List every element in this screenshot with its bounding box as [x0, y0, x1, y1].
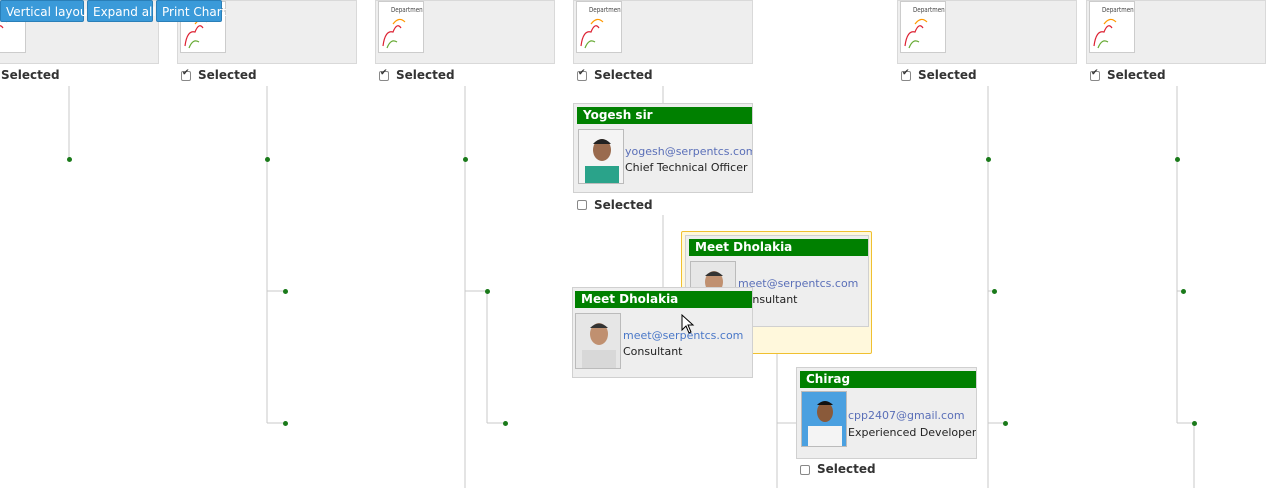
selected-label: Selected [594, 68, 653, 82]
connector-dot [503, 421, 508, 426]
selected-label: Selected [594, 198, 653, 212]
vertical-layout-button[interactable]: Vertical layout [0, 0, 92, 22]
connector-dot [463, 157, 468, 162]
selected-label: Selected [817, 462, 876, 476]
department-logo: Department [576, 1, 622, 53]
employee-name: Meet Dholakia [575, 291, 752, 308]
selected-checkbox[interactable] [1090, 68, 1100, 81]
connector-dot [1192, 421, 1197, 426]
selected-label: Selected [198, 68, 257, 82]
connector-dot [992, 289, 997, 294]
connector-dot [283, 421, 288, 426]
connector-dot [283, 289, 288, 294]
connector-dot [67, 157, 72, 162]
employee-name: Meet Dholakia [689, 239, 868, 256]
employee-role: Chief Technical Officer [625, 161, 748, 174]
department-logo: Department [378, 1, 424, 53]
employee-email[interactable]: cpp2407@gmail.com [848, 409, 965, 422]
selected-label: Selected [918, 68, 977, 82]
employee-role: Consultant [623, 345, 683, 358]
selected-checkbox[interactable] [577, 200, 587, 210]
mouse-cursor-icon [681, 314, 695, 334]
employee-name: Chirag [800, 371, 976, 388]
employee-card-meet-dragging[interactable]: Meet Dholakia meet@serpentcs.com Consult… [572, 287, 753, 378]
selected-checkbox[interactable] [181, 68, 191, 81]
employee-role: Experienced Developer [848, 426, 977, 439]
selected-checkbox[interactable] [901, 68, 911, 81]
selected-checkbox[interactable] [800, 465, 810, 475]
employee-card-chirag[interactable]: Chirag cpp2407@gmail.com Experienced Dev… [796, 367, 977, 459]
selected-checkbox[interactable] [379, 68, 389, 81]
department-card[interactable]: Department [573, 0, 753, 64]
print-chart-button[interactable]: Print Chart [156, 0, 226, 22]
connector-dot [1181, 289, 1186, 294]
department-card[interactable]: Department [1086, 0, 1266, 64]
employee-photo [801, 391, 847, 447]
selected-label: Selected [396, 68, 455, 82]
employee-photo [575, 313, 621, 369]
department-logo: Department [1089, 1, 1135, 53]
employee-photo [578, 129, 624, 184]
connector-dot [485, 289, 490, 294]
department-logo: Department [900, 1, 946, 53]
connector-dot [265, 157, 270, 162]
selected-label: Selected [1, 68, 60, 82]
connector-dot [1003, 421, 1008, 426]
department-card[interactable]: Department [375, 0, 555, 64]
employee-name: Yogesh sir [577, 107, 752, 124]
connector-dot [1175, 157, 1180, 162]
employee-email[interactable]: meet@serpentcs.com [738, 277, 858, 290]
expand-all-button[interactable]: Expand all [87, 0, 156, 22]
employee-email[interactable]: yogesh@serpentcs.com [625, 145, 752, 158]
selected-checkbox[interactable] [577, 68, 587, 81]
connector-dot [986, 157, 991, 162]
department-card[interactable]: Department [897, 0, 1077, 64]
employee-card-yogesh[interactable]: Yogesh sir yogesh@serpentcs.com Chief Te… [573, 103, 753, 193]
selected-label: Selected [1107, 68, 1166, 82]
